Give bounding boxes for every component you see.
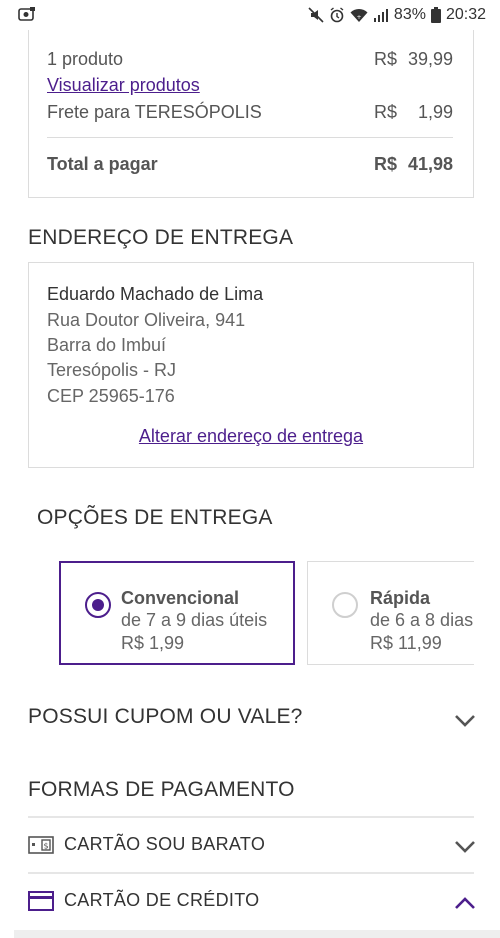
delivery-option-fast[interactable]: Rápida de 6 a 8 dias R$ 11,99 (307, 561, 474, 665)
wifi-icon: + (350, 8, 368, 23)
products-label: 1 produto (47, 49, 124, 69)
delivery-option-conventional[interactable]: Convencional de 7 a 9 dias úteis R$ 1,99 (59, 561, 295, 665)
svg-text:$: $ (43, 842, 48, 851)
radio-selected-icon[interactable] (85, 592, 111, 618)
address-street: Rua Doutor Oliveira, 941 (47, 310, 246, 330)
products-value: 39,99 (407, 49, 453, 69)
order-summary-card: 1 produto R$ 39,99 Visualizar produtos F… (28, 30, 474, 198)
expanded-panel-edge (14, 930, 500, 938)
delivery-option-price: R$ 1,99 (121, 633, 185, 653)
total-currency: R$ (373, 154, 397, 174)
view-products-link[interactable]: Visualizar produtos (47, 75, 200, 96)
payment-method-label: CARTÃO SOU BARATO (64, 834, 266, 854)
status-bar: + 83% 20:32 (0, 0, 500, 30)
payment-method-sou-barato[interactable]: $ CARTÃO SOU BARATO (28, 816, 476, 872)
delivery-option-price: R$ 11,99 (370, 633, 442, 653)
delivery-option-time: de 6 a 8 dias (370, 610, 474, 630)
address-district: Barra do Imbuí (47, 335, 167, 355)
recipient-name: Eduardo Machado de Lima (47, 284, 264, 304)
clock: 20:32 (445, 6, 486, 23)
address-city: Teresópolis - RJ (47, 360, 177, 380)
delivery-option-name: Convencional (121, 588, 240, 608)
svg-text:+: + (356, 14, 361, 21)
signal-icon (373, 8, 389, 22)
shipping-label: Frete para TERESÓPOLIS (47, 102, 262, 122)
chevron-down-icon[interactable] (454, 840, 476, 854)
address-card: Eduardo Machado de Lima Rua Doutor Olive… (28, 262, 474, 468)
delivery-option-name: Rápida (370, 588, 431, 608)
mute-icon (308, 7, 324, 23)
credit-card-icon (28, 891, 54, 911)
payment-section-title: FORMAS DE PAGAMENTO (28, 778, 295, 801)
app-notification-icon (18, 7, 36, 22)
payment-method-credit-card[interactable]: CARTÃO DE CRÉDITO (28, 872, 476, 928)
address-section-title: ENDEREÇO DE ENTREGA (28, 226, 294, 249)
change-address-link[interactable]: Alterar endereço de entrega (139, 426, 363, 446)
delivery-option-time: de 7 a 9 dias úteis (121, 610, 268, 630)
products-currency: R$ (373, 49, 397, 69)
total-label: Total a pagar (47, 154, 158, 174)
coupon-section-title[interactable]: POSSUI CUPOM OU VALE? (28, 705, 303, 729)
battery-percent: 83% (393, 6, 426, 23)
gift-card-icon: $ (28, 836, 54, 854)
alarm-icon (329, 7, 345, 23)
chevron-down-icon[interactable] (454, 714, 476, 728)
shipping-currency: R$ (373, 102, 397, 122)
payment-method-label: CARTÃO DE CRÉDITO (64, 890, 260, 910)
radio-unselected-icon[interactable] (332, 592, 358, 618)
shipping-value: 1,99 (417, 102, 453, 122)
address-cep: CEP 25965-176 (47, 386, 175, 406)
summary-divider (47, 137, 453, 138)
total-value: 41,98 (407, 154, 453, 174)
delivery-section-title: OPÇÕES DE ENTREGA (37, 506, 273, 529)
chevron-up-icon[interactable] (454, 896, 476, 910)
battery-icon (430, 7, 441, 23)
